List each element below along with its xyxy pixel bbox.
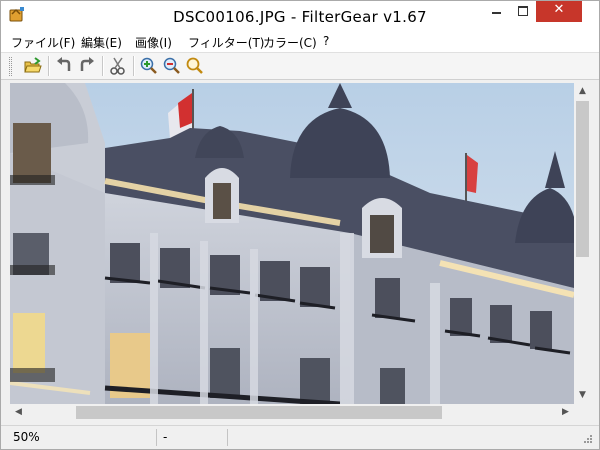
toolbar-separator — [133, 56, 134, 76]
menu-edit[interactable]: 編集(E) — [81, 34, 122, 51]
scroll-up-icon[interactable]: ▲ — [574, 83, 591, 100]
menu-color[interactable]: カラー(C) — [263, 34, 317, 51]
undo-icon[interactable] — [54, 56, 74, 76]
status-divider — [227, 429, 228, 446]
menu-bar: ファイル(F) 編集(E) 画像(I) フィルター(T) カラー(C) ? — [1, 32, 599, 52]
menu-filter[interactable]: フィルター(T) — [188, 34, 264, 51]
zoom-fit-icon[interactable] — [185, 56, 205, 76]
toolbar-separator — [102, 56, 103, 76]
maximize-button[interactable] — [510, 1, 536, 22]
toolbar-separator — [48, 56, 49, 76]
menu-image[interactable]: 画像(I) — [135, 34, 172, 51]
app-window: DSC00106.JPG - FilterGear v1.67 ✕ ファイル(F… — [0, 0, 600, 450]
scroll-down-icon[interactable]: ▼ — [574, 387, 591, 404]
vertical-scrollbar[interactable]: ▲ ▼ — [574, 83, 591, 404]
redo-icon[interactable] — [77, 56, 97, 76]
vertical-scroll-thumb[interactable] — [576, 101, 589, 257]
zoom-level: 50% — [13, 430, 40, 444]
status-divider — [156, 429, 157, 446]
status-bar: 50% - — [1, 425, 599, 449]
toolbar-grip[interactable] — [9, 57, 12, 76]
menu-help[interactable]: ? — [323, 34, 329, 48]
scroll-right-icon[interactable]: ▶ — [557, 404, 574, 421]
scroll-corner — [574, 404, 591, 421]
photo-image — [10, 83, 574, 404]
toolbar — [1, 52, 599, 80]
zoom-out-icon[interactable] — [162, 56, 182, 76]
scroll-left-icon[interactable]: ◀ — [10, 404, 27, 421]
zoom-in-icon[interactable] — [139, 56, 159, 76]
close-icon: ✕ — [553, 2, 565, 17]
menu-file[interactable]: ファイル(F) — [11, 34, 75, 51]
title-bar[interactable]: DSC00106.JPG - FilterGear v1.67 ✕ — [1, 1, 599, 32]
minimize-button[interactable] — [484, 1, 510, 22]
status-info: - — [163, 430, 168, 444]
close-button[interactable]: ✕ — [536, 1, 582, 22]
horizontal-scrollbar[interactable]: ◀ ▶ — [10, 404, 574, 421]
cut-icon[interactable] — [108, 56, 128, 76]
image-canvas[interactable] — [10, 83, 574, 404]
open-folder-icon[interactable] — [23, 56, 43, 76]
resize-grip-icon[interactable] — [581, 434, 593, 446]
horizontal-scroll-thumb[interactable] — [76, 406, 442, 419]
